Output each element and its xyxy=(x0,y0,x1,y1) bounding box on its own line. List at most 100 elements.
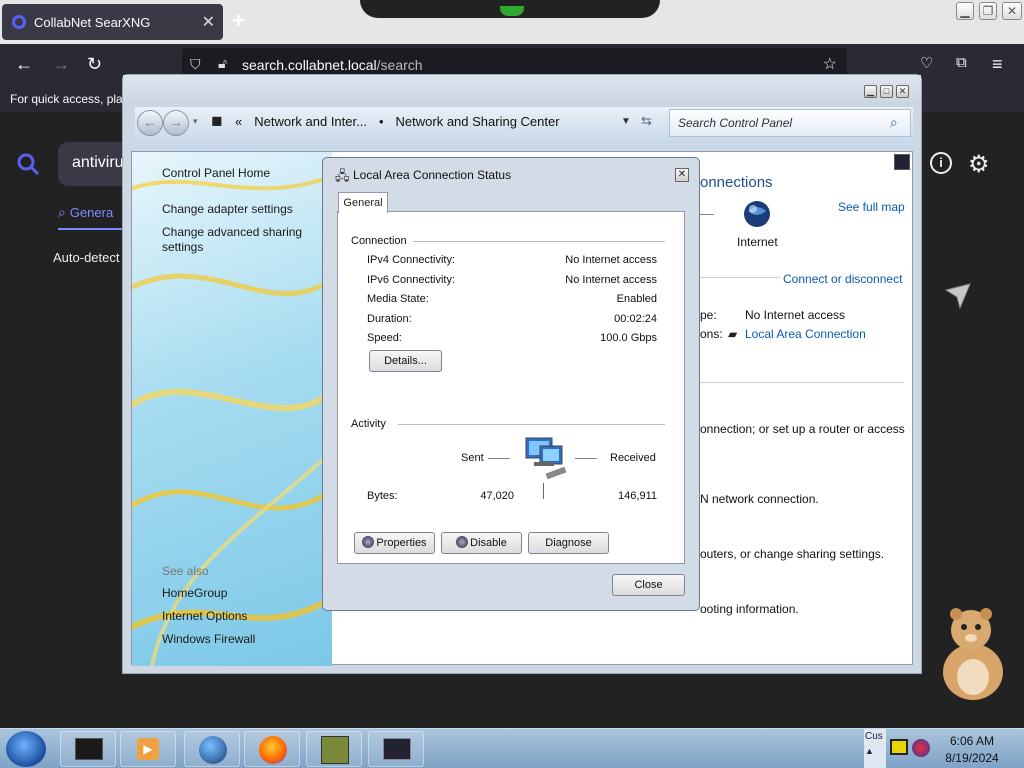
change-advanced-sharing-link[interactable]: Change advanced sharing settings xyxy=(162,225,327,255)
notch-indicator-icon xyxy=(500,6,524,16)
media-state-label: Media State: xyxy=(367,293,429,305)
lan-connection-icon: ▰ xyxy=(728,327,738,341)
cp-minimize-button[interactable]: ▁ xyxy=(864,85,877,98)
language-autodetect[interactable]: Auto-detect xyxy=(53,250,120,265)
dialog-close-icon[interactable]: ✕ xyxy=(675,168,689,182)
internet-options-link[interactable]: Internet Options xyxy=(162,609,327,624)
cp-forward-icon[interactable]: → xyxy=(163,110,189,136)
taskbar-box-app-icon[interactable] xyxy=(306,731,362,767)
address-dropdown-icon[interactable]: ▼ xyxy=(621,116,631,127)
lock-icon[interactable]: 🔓︎ xyxy=(218,55,227,72)
clock-time[interactable]: 6:06 AM xyxy=(942,734,1002,748)
back-arrow-icon[interactable]: ← xyxy=(15,54,33,75)
connect-disconnect-link[interactable]: Connect or disconnect xyxy=(783,272,902,286)
taskbar: ▶ Cus ▲ 6:06 AM 8/19/2024 xyxy=(0,728,1024,768)
clock-date[interactable]: 8/19/2024 xyxy=(942,751,1002,765)
activity-group-label: Activity xyxy=(351,418,386,430)
reload-icon[interactable]: ↻ xyxy=(87,54,102,75)
internet-label: Internet xyxy=(737,235,778,249)
see-full-map-link[interactable]: See full map xyxy=(838,200,905,214)
connections-heading: onnections xyxy=(700,174,773,191)
local-area-connection-link[interactable]: Local Area Connection xyxy=(745,327,866,341)
gear-icon[interactable]: ⚙ xyxy=(968,150,990,179)
tab-general-label: Genera xyxy=(69,205,114,220)
help-icon[interactable] xyxy=(894,154,910,170)
admin-shield-icon xyxy=(456,536,469,548)
tray-arrow-icon[interactable]: ▲ xyxy=(865,746,886,756)
task-sharing-text[interactable]: outers, or change sharing settings. xyxy=(700,547,884,561)
bookmarks-hint: For quick access, plac xyxy=(10,92,129,106)
tab-general-dialog[interactable]: General xyxy=(338,192,388,213)
taskbar-terminal-icon[interactable] xyxy=(60,731,116,767)
cp-back-icon[interactable]: ← xyxy=(137,110,163,136)
bytes-sent-value: 47,020 xyxy=(480,490,514,502)
task-vpn-text[interactable]: N network connection. xyxy=(700,492,819,506)
close-button[interactable]: Close xyxy=(612,574,685,596)
bookmark-star-icon[interactable]: ☆ xyxy=(823,54,837,74)
menu-hamburger-icon[interactable]: ≡ xyxy=(992,54,1003,75)
forward-arrow-icon[interactable]: → xyxy=(52,54,70,75)
new-tab-icon[interactable]: + xyxy=(232,8,245,34)
tray-customize[interactable]: Cus ▲ xyxy=(864,729,886,768)
refresh-icon[interactable]: ⇆ xyxy=(641,113,652,129)
breadcrumb-separator-icon[interactable]: • xyxy=(379,114,384,129)
tray-status-icon[interactable] xyxy=(912,739,930,757)
control-panel-address-bar: ← → ▾ ◼ « Network and Inter... • Network… xyxy=(135,107,913,149)
breadcrumb-overflow-icon[interactable]: « xyxy=(235,114,242,129)
mouse-pointer-icon xyxy=(944,283,971,310)
restore-window-button[interactable]: ❐ xyxy=(979,2,997,20)
disable-button[interactable]: Disable xyxy=(441,532,522,554)
cp-maximize-button[interactable]: □ xyxy=(880,85,893,98)
cp-history-dropdown-icon[interactable]: ▾ xyxy=(193,116,198,127)
see-also-heading: See also xyxy=(162,564,209,578)
minimize-window-button[interactable]: ▁ xyxy=(956,2,974,20)
tracking-shield-icon[interactable]: ⛉ xyxy=(190,56,201,73)
searxng-logo-icon[interactable] xyxy=(16,152,40,176)
internet-globe-icon[interactable] xyxy=(742,199,772,229)
received-line xyxy=(575,458,597,459)
properties-label: Properties xyxy=(376,537,427,549)
tray-customize-label: Cus xyxy=(865,731,883,742)
media-state-value: Enabled xyxy=(616,293,657,305)
activity-group-line xyxy=(398,424,665,425)
connection-status-dialog: 🖧︎ Local Area Connection Status ✕ Genera… xyxy=(322,157,700,611)
map-connector-line xyxy=(700,214,714,215)
searxng-favicon-icon xyxy=(12,15,26,29)
breadcrumb-sharing-center[interactable]: Network and Sharing Center xyxy=(396,114,560,129)
pocket-icon[interactable]: ♡ xyxy=(920,54,933,72)
diagnose-button[interactable]: Diagnose xyxy=(528,532,609,554)
tray-network-icon[interactable] xyxy=(890,739,908,755)
taskbar-network-window-icon[interactable] xyxy=(368,731,424,767)
info-icon[interactable]: i xyxy=(930,152,952,174)
taskbar-media-player-icon[interactable]: ▶ xyxy=(120,731,176,767)
start-orb-icon[interactable] xyxy=(6,731,46,767)
ipv4-value: No Internet access xyxy=(565,254,657,266)
homegroup-link[interactable]: HomeGroup xyxy=(162,586,327,601)
control-panel-sidebar: Control Panel Home Change adapter settin… xyxy=(132,152,332,666)
breadcrumb-network-internet[interactable]: Network and Inter... xyxy=(254,114,367,129)
url-path: /search xyxy=(376,57,423,73)
browser-tab[interactable]: CollabNet SearXNG ✕ xyxy=(2,4,223,40)
network-folder-icon: ◼ xyxy=(211,112,223,128)
tab-close-icon[interactable]: ✕ xyxy=(202,12,215,32)
extensions-icon[interactable]: ⧉ xyxy=(956,54,967,71)
taskbar-network-globe-icon[interactable] xyxy=(184,731,240,767)
task-troubleshoot-text[interactable]: ooting information. xyxy=(700,602,799,616)
control-panel-titlebar[interactable]: ▁ □ ✕ xyxy=(123,75,921,107)
speed-label: Speed: xyxy=(367,332,402,344)
windows-firewall-link[interactable]: Windows Firewall xyxy=(162,632,327,647)
details-button[interactable]: Details... xyxy=(369,350,442,372)
cp-close-button[interactable]: ✕ xyxy=(896,85,909,98)
control-panel-home-link[interactable]: Control Panel Home xyxy=(162,166,327,181)
task-setup-connection-text[interactable]: onnection; or set up a router or access xyxy=(700,422,905,436)
active-tab-underline xyxy=(58,228,128,230)
cp-search-icon[interactable]: ⌕ xyxy=(890,114,898,131)
taskbar-firefox-icon[interactable] xyxy=(244,731,300,767)
change-adapter-settings-link[interactable]: Change adapter settings xyxy=(162,202,327,217)
properties-button[interactable]: Properties xyxy=(354,532,435,554)
ipv6-value: No Internet access xyxy=(565,274,657,286)
access-type-label: pe: xyxy=(700,308,717,322)
tab-general[interactable]: ⌕ Genera xyxy=(58,204,113,221)
control-panel-search-input[interactable]: Search Control Panel ⌕ xyxy=(669,109,911,137)
close-window-button[interactable]: ✕ xyxy=(1002,2,1022,20)
